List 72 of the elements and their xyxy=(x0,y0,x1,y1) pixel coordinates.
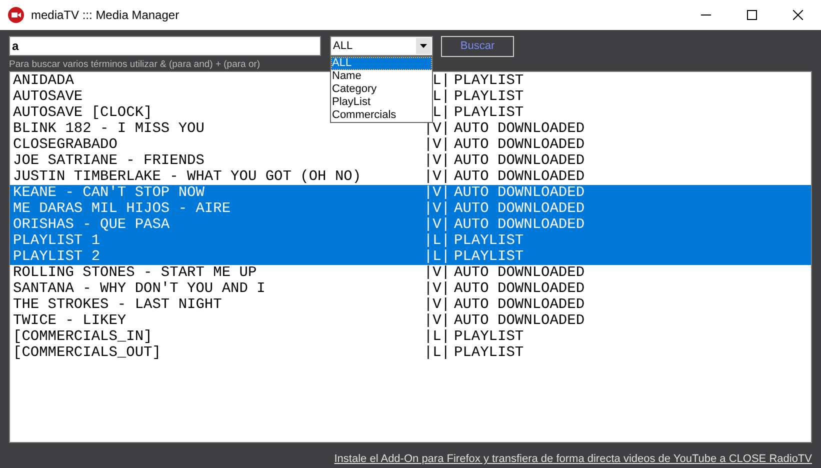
media-category: AUTO DOWNLOADED xyxy=(454,265,585,281)
type-code-text: L| xyxy=(432,73,450,89)
media-category: PLAYLIST xyxy=(454,345,524,361)
close-icon xyxy=(793,10,803,20)
dropdown-option[interactable]: Commercials xyxy=(331,109,432,122)
type-code-text: |L| xyxy=(424,345,450,361)
search-hint: Para buscar varios términos utilizar & (para and) + (para or) xyxy=(9,58,262,72)
media-name: ORISHAS - QUE PASA xyxy=(13,217,170,233)
type-code-text: L| xyxy=(432,105,450,121)
selected-list-row[interactable]: PLAYLIST 2 |L| PLAYLIST xyxy=(10,249,811,265)
type-code-text: |V| xyxy=(424,169,450,185)
type-code-text: |V| xyxy=(424,217,450,233)
media-category: PLAYLIST xyxy=(454,105,524,121)
dropdown-option[interactable]: Name xyxy=(331,70,432,83)
media-name: [COMMERCIALS_OUT] xyxy=(13,345,161,361)
media-name: CLOSEGRABADO xyxy=(13,137,118,153)
media-category: AUTO DOWNLOADED xyxy=(454,313,585,329)
type-code-text: |V| xyxy=(424,313,450,329)
dropdown-option[interactable]: PlayList xyxy=(331,96,432,109)
media-category: PLAYLIST xyxy=(454,73,524,89)
media-name: BLINK 182 - I MISS YOU xyxy=(13,121,204,137)
media-name: SANTANA - WHY DON'T YOU AND I xyxy=(13,281,266,297)
type-code-text: |V| xyxy=(424,265,450,281)
type-code-text: |L| xyxy=(424,249,450,265)
type-code-text: |L| xyxy=(424,233,450,249)
media-name: AUTOSAVE [CLOCK] xyxy=(13,105,152,121)
window-title: mediaTV ::: Media Manager xyxy=(31,7,180,24)
media-category: AUTO DOWNLOADED xyxy=(454,137,585,153)
media-category: AUTO DOWNLOADED xyxy=(454,201,585,217)
media-name: AUTOSAVE xyxy=(13,89,83,105)
media-name: ME DARAS MIL HIJOS - AIRE xyxy=(13,201,231,217)
media-category: PLAYLIST xyxy=(454,233,524,249)
media-category: AUTO DOWNLOADED xyxy=(454,281,585,297)
selected-list-row[interactable]: ME DARAS MIL HIJOS - AIRE |V| AUTO DOWNLOADED xyxy=(10,201,811,217)
media-category: PLAYLIST xyxy=(454,89,524,105)
media-name: [COMMERCIALS_IN] xyxy=(13,329,152,345)
maximize-icon xyxy=(747,10,757,20)
media-name: JUSTIN TIMBERLAKE - WHAT YOU GOT (OH NO) xyxy=(13,169,362,185)
type-code-text: |V| xyxy=(424,185,450,201)
type-code-text: |V| xyxy=(424,137,450,153)
media-name: PLAYLIST 1 xyxy=(13,233,100,249)
media-name: TWICE - LIKEY xyxy=(13,313,126,329)
media-name: ROLLING STONES - START ME UP xyxy=(13,265,257,281)
type-code-text: |V| xyxy=(424,281,450,297)
media-category: AUTO DOWNLOADED xyxy=(454,185,585,201)
selected-list-row[interactable]: ORISHAS - QUE PASA |V| AUTO DOWNLOADED xyxy=(10,217,811,233)
type-code-text: |V| xyxy=(424,297,450,313)
media-category: AUTO DOWNLOADED xyxy=(454,297,585,313)
media-category: AUTO DOWNLOADED xyxy=(454,153,585,169)
media-category: PLAYLIST xyxy=(454,329,524,345)
type-code-text: |V| xyxy=(424,153,450,169)
media-category: AUTO DOWNLOADED xyxy=(454,121,585,137)
type-code-text: |L| xyxy=(424,329,450,345)
media-name: JOE SATRIANE - FRIENDS xyxy=(13,153,204,169)
app-logo-icon xyxy=(8,7,24,23)
firefox-addon-link[interactable]: Instale el Add-On para Firefox y transfiera de forma directa videos de YouTube a CLOSE RadioTV xyxy=(334,451,812,468)
type-code-text: |V| xyxy=(424,201,450,217)
search-field[interactable]: a xyxy=(9,36,321,56)
media-category: PLAYLIST xyxy=(454,249,524,265)
dropdown-option[interactable]: ALL xyxy=(331,57,432,70)
type-code-text: L| xyxy=(432,89,450,105)
media-name: KEANE - CAN'T STOP NOW xyxy=(13,185,204,201)
media-category: AUTO DOWNLOADED xyxy=(454,217,585,233)
media-category: AUTO DOWNLOADED xyxy=(454,169,585,185)
selected-list-row[interactable]: KEANE - CAN'T STOP NOW |V| AUTO DOWNLOADED xyxy=(10,185,811,201)
type-code-text: |V| xyxy=(424,121,450,137)
selected-list-row[interactable]: PLAYLIST 1 |L| PLAYLIST xyxy=(10,233,811,249)
media-name: THE STROKES - LAST NIGHT xyxy=(13,297,222,313)
dropdown-option[interactable]: Category xyxy=(331,83,432,96)
media-name: ANIDADA xyxy=(13,73,74,89)
filter-dropdown[interactable]: ALL xyxy=(330,36,433,56)
media-name: PLAYLIST 2 xyxy=(13,249,100,265)
